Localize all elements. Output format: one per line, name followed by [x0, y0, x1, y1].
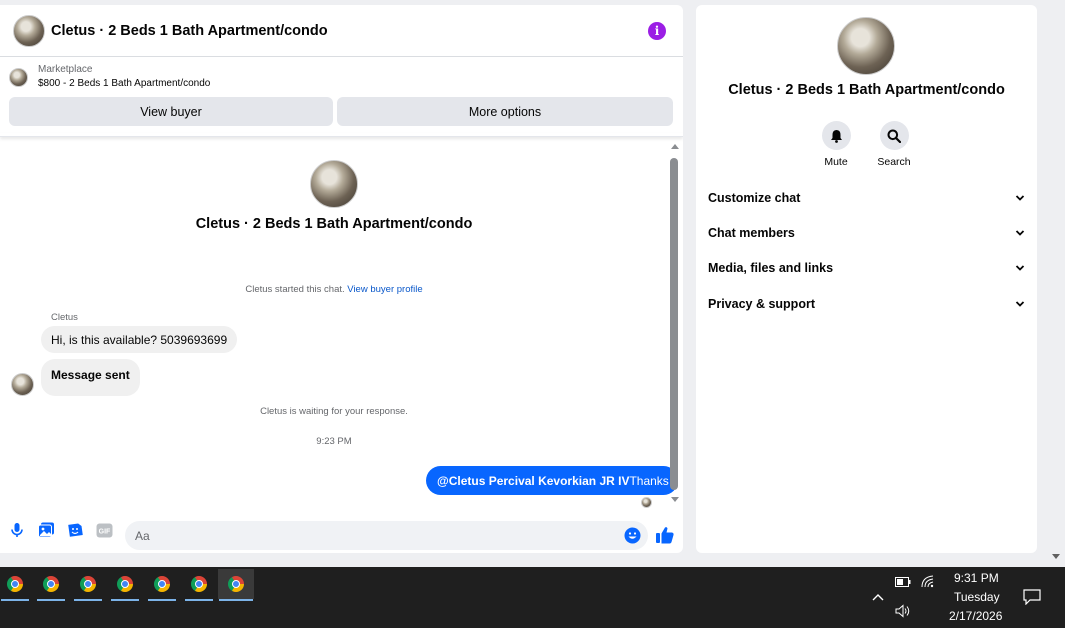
chat-title[interactable]: Cletus · 2 Beds 1 Bath Apartment/condo	[51, 23, 328, 39]
chat-scrollbar[interactable]	[668, 142, 682, 507]
conversation-profile: Cletus · 2 Beds 1 Bath Apartment/condo	[0, 160, 668, 232]
scroll-down-arrow-icon[interactable]	[671, 497, 679, 502]
chevron-down-icon	[1015, 265, 1025, 271]
mute-label: Mute	[824, 156, 848, 168]
taskbar-chrome-window[interactable]	[0, 569, 30, 601]
incoming-message[interactable]: Message sent	[41, 359, 140, 396]
profile-name: Cletus · 2 Beds 1 Bath Apartment/condo	[195, 216, 473, 232]
chrome-icon	[80, 576, 96, 592]
microphone-icon[interactable]	[8, 521, 26, 539]
taskbar: 9:31 PM Tuesday 2/17/2026	[0, 567, 1065, 628]
clock-date[interactable]: 2/17/2026	[949, 609, 1002, 623]
chrome-icon	[191, 576, 207, 592]
chat-header: Cletus · 2 Beds 1 Bath Apartment/condo i	[0, 5, 683, 57]
header-divider	[0, 133, 683, 137]
section-customize-chat[interactable]: Customize chat	[708, 187, 1026, 209]
section-label: Media, files and links	[708, 261, 834, 275]
marketplace-label: Marketplace	[38, 64, 93, 75]
view-buyer-button[interactable]: View buyer	[9, 97, 333, 126]
image-icon[interactable]	[37, 521, 55, 539]
battery-icon[interactable]	[895, 576, 911, 590]
more-options-button[interactable]: More options	[337, 97, 673, 126]
chrome-icon	[154, 576, 170, 592]
taskbar-chrome-window[interactable]	[110, 569, 140, 601]
taskbar-chrome-window[interactable]	[36, 569, 66, 601]
taskbar-chrome-window[interactable]	[184, 569, 214, 601]
incoming-message[interactable]: Hi, is this available? 5039693699	[41, 326, 238, 353]
details-panel: Cletus · 2 Beds 1 Bath Apartment/condo M…	[696, 5, 1037, 553]
chevron-down-icon	[1015, 230, 1025, 236]
gif-label: GIF	[98, 528, 110, 535]
view-buyer-profile-link[interactable]: View buyer profile	[347, 284, 422, 295]
marketplace-listing[interactable]: Marketplace $800 - 2 Beds 1 Bath Apartme…	[9, 63, 210, 91]
info-icon[interactable]: i	[648, 22, 666, 40]
clock-day[interactable]: Tuesday	[954, 590, 1000, 604]
emoji-icon[interactable]	[624, 527, 641, 544]
chrome-icon	[43, 576, 59, 592]
chrome-icon	[117, 576, 133, 592]
message-input[interactable]	[125, 521, 648, 550]
wifi-icon[interactable]	[920, 574, 936, 591]
section-chat-members[interactable]: Chat members	[708, 222, 1026, 244]
search-button[interactable]: Search	[871, 121, 917, 168]
bell-icon	[821, 121, 851, 150]
listing-thumbnail	[9, 67, 28, 87]
chat-started-text: Cletus started this chat.	[245, 284, 345, 295]
chevron-down-icon	[1015, 301, 1025, 307]
message-timestamp: 9:23 PM	[316, 436, 352, 447]
waiting-notice: Cletus is waiting for your response.	[260, 406, 408, 417]
gif-icon[interactable]: GIF	[95, 521, 113, 539]
taskbar-chrome-window[interactable]	[73, 569, 103, 601]
taskbar-chrome-window[interactable]	[147, 569, 177, 601]
chrome-icon	[7, 576, 23, 592]
clock-time[interactable]: 9:31 PM	[954, 571, 999, 585]
sticker-icon[interactable]	[66, 521, 84, 539]
section-label: Privacy & support	[708, 297, 815, 311]
details-avatar[interactable]	[837, 17, 895, 75]
volume-icon[interactable]	[895, 604, 911, 621]
profile-avatar[interactable]	[310, 160, 358, 208]
show-hidden-icons-chevron-icon[interactable]	[871, 591, 885, 605]
search-label: Search	[877, 156, 911, 168]
taskbar-chrome-window-active[interactable]	[218, 569, 254, 601]
chat-started-notice: Cletus started this chat. View buyer pro…	[0, 284, 668, 295]
chevron-down-icon	[1015, 195, 1025, 201]
notifications-icon[interactable]	[1023, 589, 1041, 608]
chat-avatar[interactable]	[13, 14, 45, 47]
details-name: Cletus · 2 Beds 1 Bath Apartment/condo	[728, 82, 1005, 98]
section-label: Customize chat	[708, 191, 801, 205]
section-media-files-links[interactable]: Media, files and links	[708, 257, 1026, 279]
scroll-thumb[interactable]	[670, 158, 678, 490]
page-scroll-down-arrow-icon[interactable]	[1052, 554, 1060, 559]
chrome-icon	[228, 576, 244, 592]
outgoing-message-text: Thanks	[629, 473, 669, 488]
seen-indicator-avatar	[641, 497, 652, 508]
scroll-up-arrow-icon[interactable]	[671, 144, 679, 149]
sender-name: Cletus	[51, 312, 78, 323]
section-privacy-support[interactable]: Privacy & support	[708, 293, 1026, 315]
mention-tag[interactable]: @Cletus Percival Kevorkian JR IV	[437, 474, 629, 488]
outgoing-message[interactable]: @Cletus Percival Kevorkian JR IV Thanks	[426, 466, 678, 495]
chat-panel: Cletus · 2 Beds 1 Bath Apartment/condo i…	[0, 5, 683, 553]
section-label: Chat members	[708, 226, 795, 240]
search-icon	[879, 121, 909, 150]
sender-avatar[interactable]	[11, 373, 34, 396]
listing-title: $800 - 2 Beds 1 Bath Apartment/condo	[38, 78, 211, 89]
mute-button[interactable]: Mute	[813, 121, 859, 168]
like-icon[interactable]	[655, 525, 675, 545]
